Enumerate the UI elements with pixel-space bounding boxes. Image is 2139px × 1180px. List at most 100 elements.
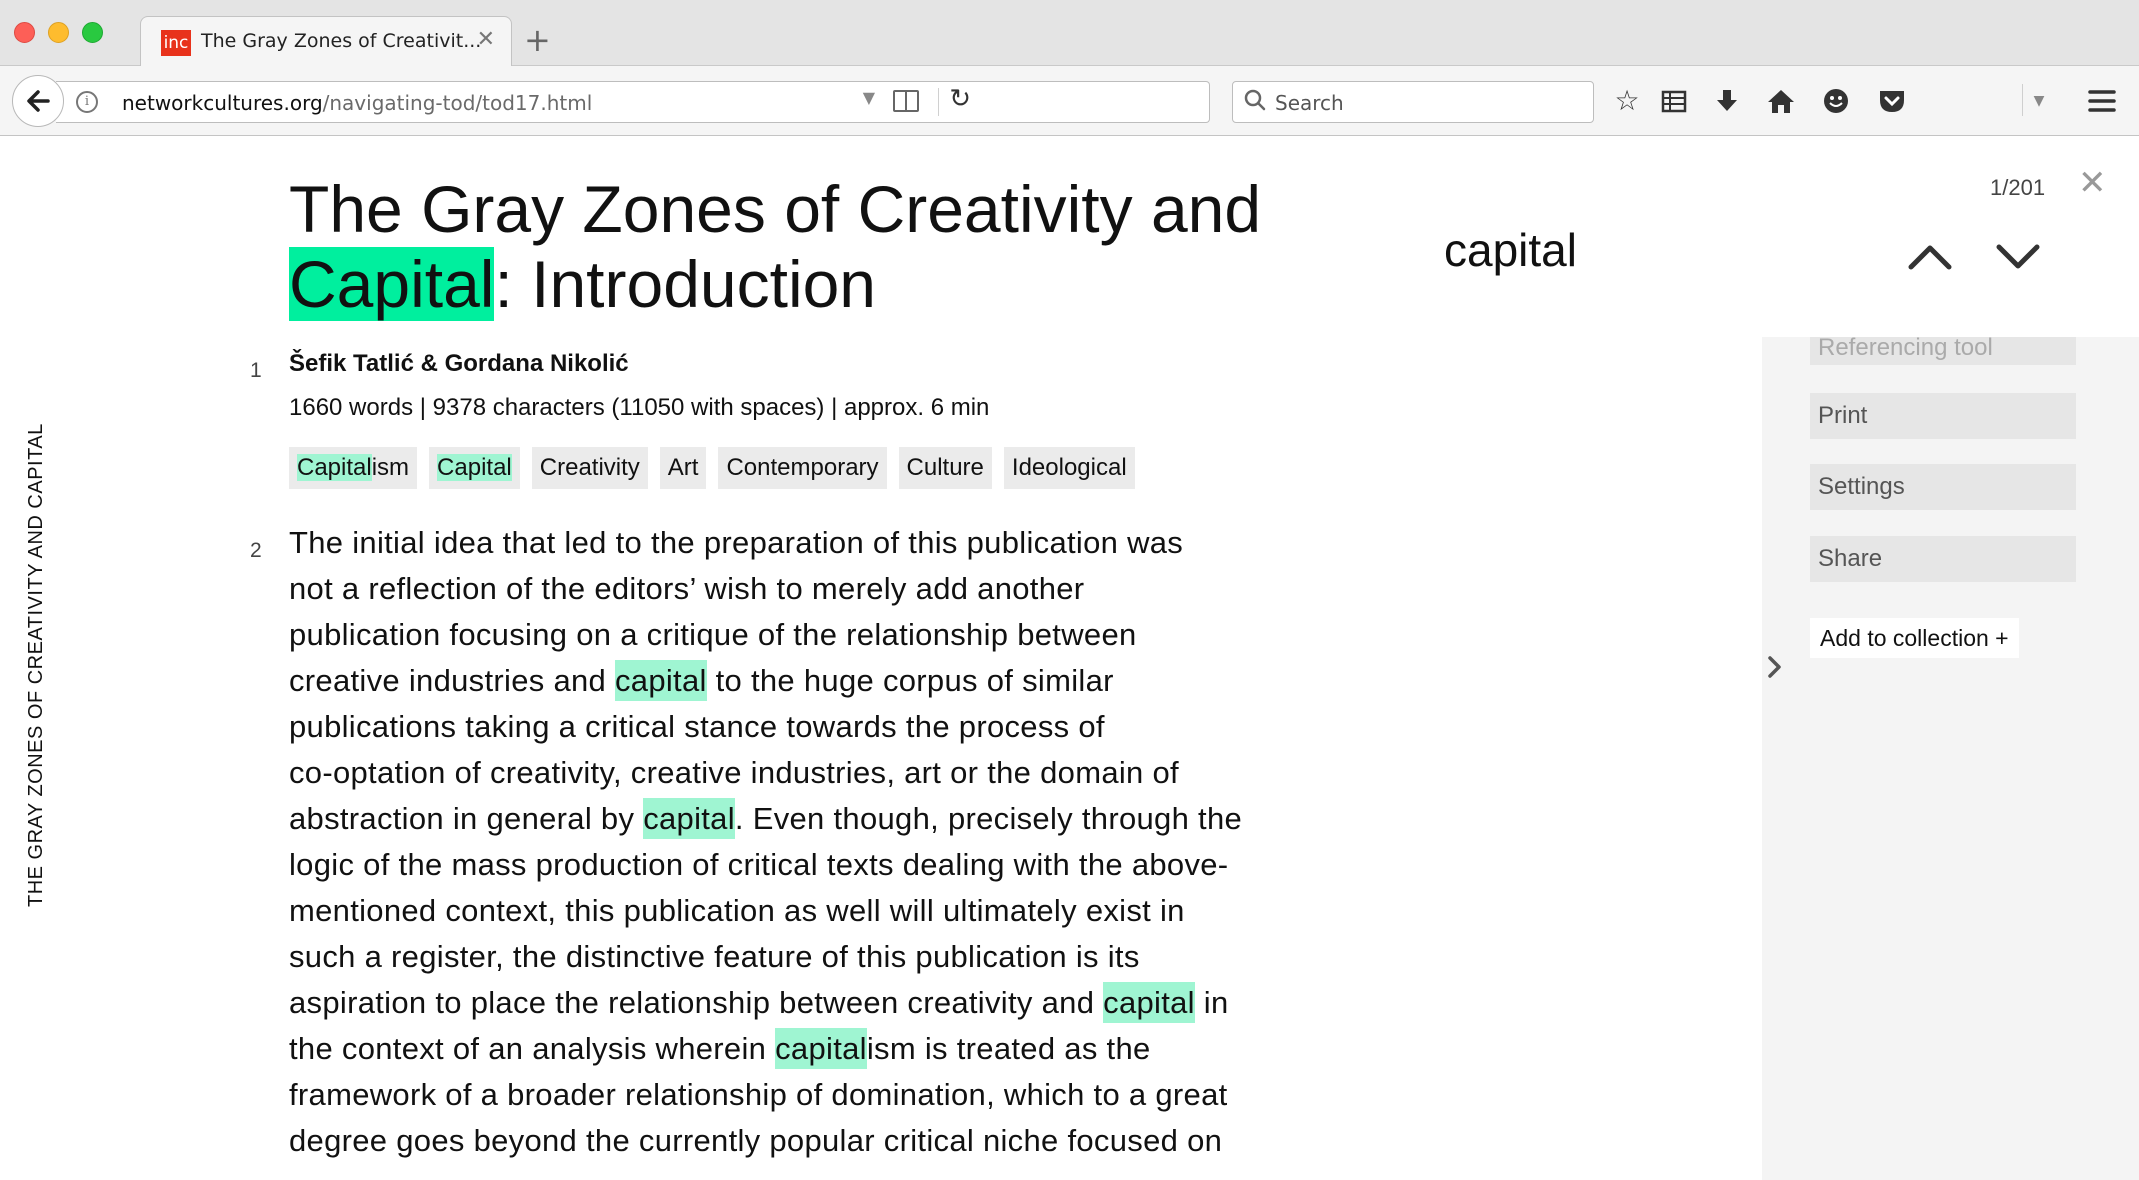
search-highlight-match: capital (614, 660, 707, 701)
tag-item[interactable]: Capital (429, 447, 520, 489)
tag-highlight-match: Capital (297, 454, 372, 481)
tab-title: The Gray Zones of Creativit... (201, 30, 482, 52)
text-line: abstraction in general by capital. Even … (289, 796, 1349, 842)
text-line: mentioned context, this publication as w… (289, 888, 1349, 934)
tag-item[interactable]: Culture (898, 447, 992, 489)
tag-label: Contemporary (726, 454, 879, 481)
search-highlight-match: capital (775, 1028, 867, 1069)
article-title: The Gray Zones of Creativity and Capital:… (289, 172, 1349, 322)
home-icon[interactable] (1764, 84, 1798, 118)
tag-label: Creativity (539, 454, 640, 481)
tag-label: Art (667, 454, 699, 481)
article-body: The initial idea that led to the prepara… (289, 520, 1349, 1164)
tag-list: Capitalism Capital Creativity Art Contempora… (289, 447, 1135, 489)
chevron-up-icon[interactable] (1905, 237, 1955, 277)
text-segment: mentioned context, this publication as w… (289, 893, 1185, 928)
tag-item[interactable]: Contemporary (718, 447, 887, 489)
chevron-down-icon[interactable] (1993, 237, 2043, 277)
menu-icon[interactable] (2085, 84, 2119, 118)
text-line: publications taking a critical stance to… (289, 704, 1349, 750)
download-icon[interactable] (1710, 84, 1744, 118)
chevron-right-icon[interactable] (1765, 652, 1785, 682)
search-input[interactable]: Search (1275, 91, 1344, 115)
paragraph-number: 1 (250, 359, 262, 382)
url-bar[interactable]: i networkcultures.org/navigating-tod/tod… (56, 81, 1210, 123)
overflow-dropdown-icon[interactable]: ▼ (2022, 84, 2056, 118)
share-button[interactable]: Share (1810, 536, 2076, 582)
url-dropdown-icon[interactable]: ▼ (863, 88, 875, 107)
text-segment: to the huge corpus of similar (706, 663, 1114, 698)
text-segment: publication focusing on a critique of th… (289, 617, 1137, 652)
text-segment: the context of an analysis wherein (289, 1031, 776, 1066)
article-stats: 1660 words | 9378 characters (11050 with… (289, 394, 990, 421)
search-highlight-match: capital (643, 798, 735, 839)
vertical-publication-title: THE GRAY ZONES OF CREATIVITY AND CAPITAL (25, 423, 47, 907)
info-icon[interactable]: i (76, 91, 98, 113)
reload-icon[interactable]: ↻ (949, 84, 971, 114)
text-segment: in (1194, 985, 1229, 1020)
settings-button[interactable]: Settings (1810, 464, 2076, 510)
tag-item[interactable]: Ideological (1003, 447, 1135, 489)
url-domain: networkcultures.org (122, 91, 323, 115)
tag-item[interactable]: Creativity (531, 447, 648, 489)
tab-bar: inc The Gray Zones of Creativit... ✕ + (0, 0, 2139, 67)
back-button[interactable] (12, 75, 64, 127)
text-segment: not a reflection of the editors’ wish to… (289, 571, 1085, 606)
text-line: publication focusing on a critique of th… (289, 612, 1349, 658)
text-segment: framework of a broader relationship of d… (289, 1077, 1228, 1112)
text-segment: such a register, the distinctive feature… (289, 939, 1140, 974)
tag-item[interactable]: Art (659, 447, 707, 489)
tag-item[interactable]: Capitalism (289, 447, 418, 489)
url-separator (938, 88, 939, 116)
title-part1: The Gray Zones of Creativity and (289, 172, 1262, 246)
pocket-icon[interactable] (1875, 84, 1909, 118)
tag-label: ism (371, 454, 410, 481)
url-text[interactable]: networkcultures.org/navigating-tod/tod17… (122, 91, 592, 115)
text-line: co-optation of creativity, creative indu… (289, 750, 1349, 796)
text-segment: ism is treated as the (866, 1031, 1151, 1066)
text-line: degree goes beyond the currently popular… (289, 1118, 1349, 1164)
paragraph: The initial idea that led to the prepara… (289, 520, 1349, 1164)
title-part2: : Introduction (494, 247, 877, 321)
navigation-toolbar: i networkcultures.org/navigating-tod/tod… (0, 66, 2139, 136)
text-segment: The initial idea that led to the prepara… (289, 525, 1184, 560)
bookmark-star-icon[interactable]: ☆ (1610, 84, 1644, 118)
text-segment: aspiration to place the relationship bet… (289, 985, 1104, 1020)
text-segment: abstraction in general by (289, 801, 644, 836)
chat-icon[interactable] (1819, 84, 1853, 118)
search-bar[interactable]: Search (1232, 81, 1594, 123)
text-line: creative industries and capital to the h… (289, 658, 1349, 704)
back-arrow-icon (27, 90, 50, 112)
tag-label: Culture (906, 454, 984, 481)
page-content: THE GRAY ZONES OF CREATIVITY AND CAPITAL… (0, 137, 2139, 1180)
text-line: such a register, the distinctive feature… (289, 934, 1349, 980)
paragraph-number: 2 (250, 539, 262, 562)
find-close-icon[interactable]: ✕ (2078, 163, 2107, 203)
text-segment: logic of the mass production of critical… (289, 847, 1229, 882)
print-button[interactable]: Print (1810, 393, 2076, 439)
text-segment: publications taking a critical stance to… (289, 709, 1105, 744)
minimize-window-button[interactable] (48, 22, 69, 43)
find-term-input[interactable]: capital (1444, 223, 1577, 277)
referencing-tool-button[interactable]: Referencing tool (1810, 335, 2076, 365)
zoom-window-button[interactable] (82, 22, 103, 43)
find-in-page-overlay: capital 1/201 ✕ (1350, 137, 2139, 337)
bookmarks-list-icon[interactable] (1657, 84, 1691, 118)
browser-tab[interactable]: inc The Gray Zones of Creativit... ✕ (140, 16, 512, 67)
reader-view-icon[interactable] (893, 90, 919, 112)
find-match-count: 1/201 (1990, 175, 2046, 200)
text-line: framework of a broader relationship of d… (289, 1072, 1349, 1118)
title-highlight-match: Capital (289, 247, 495, 321)
authors: Šefik Tatlić & Gordana Nikolić (289, 350, 629, 377)
tab-close-icon[interactable]: ✕ (477, 27, 495, 52)
text-line: logic of the mass production of critical… (289, 842, 1349, 888)
new-tab-button[interactable]: + (524, 24, 551, 56)
text-segment: creative industries and (289, 663, 615, 698)
add-to-collection-button[interactable]: Add to collection + (1810, 618, 2019, 658)
text-line: the context of an analysis wherein capit… (289, 1026, 1349, 1072)
close-window-button[interactable] (14, 22, 35, 43)
search-icon (1244, 89, 1266, 111)
text-segment: degree goes beyond the currently popular… (289, 1123, 1223, 1158)
tag-highlight-match: Capital (437, 454, 512, 481)
text-segment: . Even though, precisely through the (734, 801, 1243, 836)
